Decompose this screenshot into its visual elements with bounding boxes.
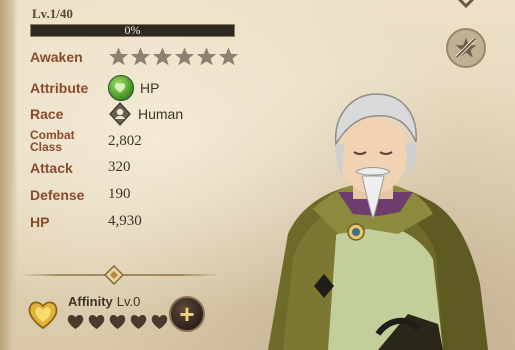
affinity-title: Affinity Lv.0 — [68, 294, 140, 309]
diamond-ornament-icon — [104, 265, 124, 285]
awaken-star-icon — [174, 47, 195, 66]
attack-label: Attack — [30, 159, 73, 176]
hp-attribute-icon — [108, 75, 134, 101]
defense-label: Defense — [30, 186, 85, 203]
star-slash-icon — [455, 37, 477, 59]
affinity-label: Affinity — [68, 294, 113, 309]
combat-class-row: Combat Class 2,802 — [30, 129, 142, 153]
combat-class-label-line2: Class — [30, 140, 63, 154]
hp-row: HP 4,930 — [30, 213, 142, 230]
defense-row: Defense 190 — [30, 186, 131, 203]
defense-value: 190 — [108, 186, 131, 202]
awaken-stars — [108, 46, 239, 67]
hp-value: 4,930 — [108, 213, 142, 229]
affinity-heart-icon — [130, 314, 147, 330]
attribute-label: Attribute — [30, 80, 89, 96]
star-slash-button[interactable] — [446, 28, 486, 68]
attack-row: Attack 320 — [30, 159, 131, 176]
affinity-heart-badge-icon — [28, 301, 58, 330]
combat-class-label: Combat Class — [30, 129, 108, 153]
plus-icon: + — [179, 298, 195, 329]
hp-label: HP — [30, 213, 50, 230]
affinity-level: Lv.0 — [116, 294, 141, 309]
chevron-down-icon[interactable] — [457, 0, 475, 8]
human-race-icon — [109, 102, 131, 126]
awaken-star-icon — [130, 47, 151, 66]
awaken-row: Awaken — [30, 46, 239, 67]
add-affinity-button[interactable]: + — [169, 296, 205, 332]
affinity-heart-icon — [88, 314, 105, 330]
attribute-row: Attribute HP — [30, 75, 159, 101]
xp-progress-text: 0% — [124, 23, 141, 37]
combat-class-value: 2,802 — [108, 132, 142, 149]
race-value: Human — [138, 106, 184, 122]
affinity-hearts — [66, 313, 169, 330]
attribute-value: HP — [140, 80, 160, 96]
awaken-star-icon — [218, 47, 239, 66]
race-label: Race — [30, 106, 64, 122]
affinity-heart-icon — [151, 314, 168, 330]
attack-value: 320 — [108, 159, 131, 175]
awaken-star-icon — [196, 47, 217, 66]
affinity-heart-icon — [67, 314, 84, 330]
affinity-heart-icon — [109, 314, 126, 330]
awaken-star-icon — [108, 47, 129, 66]
hero-level: Lv.1/40 — [32, 6, 73, 21]
xp-progress-bar: 0% — [30, 23, 235, 37]
race-row: Race Human — [30, 102, 183, 126]
awaken-label: Awaken — [30, 48, 83, 65]
awaken-star-icon — [152, 47, 173, 66]
character-portrait — [268, 93, 488, 350]
left-frame-border — [0, 0, 18, 350]
